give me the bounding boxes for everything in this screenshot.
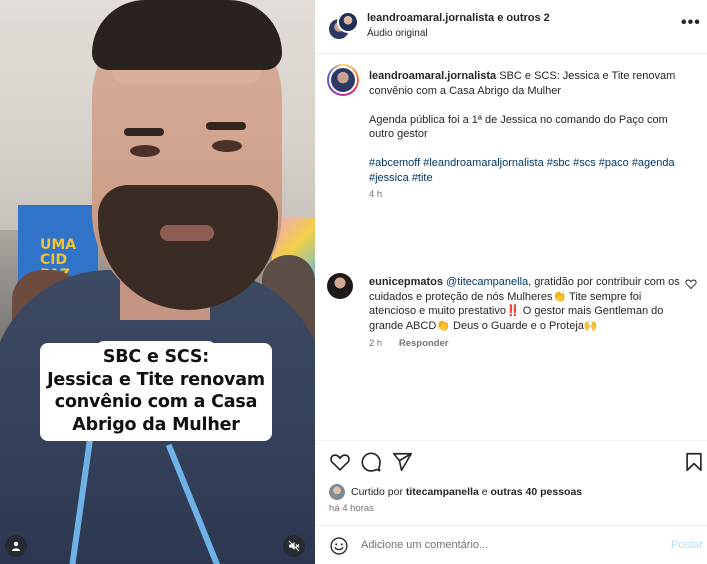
clap-emoji: 👏 — [552, 290, 567, 303]
liked-by-others-link[interactable]: outras 40 pessoas — [491, 486, 583, 498]
likes-summary: Curtido por titecampanella e outras 40 p… — [329, 483, 582, 501]
avatar — [329, 484, 345, 500]
mute-button[interactable] — [283, 535, 305, 557]
video-caption: SBC e SCS: Jessica e Tite renovam convên… — [40, 346, 272, 436]
avatar[interactable] — [327, 273, 353, 299]
hashtag-link[interactable]: #scs — [573, 157, 596, 169]
clap-emoji: 👏 — [436, 319, 450, 332]
reply-button[interactable]: Responder — [399, 338, 449, 349]
post-side-panel: leandroamaral.jornalista e outros 2 Áudi… — [315, 0, 707, 564]
more-options-icon[interactable]: ••• — [681, 14, 701, 32]
speaker-eye — [130, 145, 160, 157]
post-comments-area: leandroamaral.jornalista SBC e SCS: Jess… — [315, 54, 707, 439]
comment-username[interactable]: eunicepmatos — [369, 276, 443, 288]
post-time: há 4 horas — [329, 503, 374, 514]
post-comment-button[interactable]: Postar — [671, 539, 703, 551]
comment-input[interactable]: Adicione um comentário... — [361, 539, 488, 551]
video-caption-line: Abrigo da Mulher — [72, 414, 240, 435]
comment-text-part: Deus o Guarde e o Proteja — [449, 319, 584, 332]
liked-by-mid: e — [481, 486, 488, 498]
caption-avatar[interactable] — [327, 64, 359, 96]
comment-meta: 2 h Responder — [369, 338, 448, 349]
hashtag-link[interactable]: #agenda — [632, 157, 675, 169]
caption-hashtags: #abcemoff #leandroamaraljornalista #sbc … — [369, 156, 689, 185]
hashtag-link[interactable]: #jessica — [369, 172, 409, 184]
hashtag-link[interactable]: #tite — [412, 172, 433, 184]
post-caption: leandroamaral.jornalista SBC e SCS: Jess… — [369, 69, 689, 202]
hashtag-link[interactable]: #leandroamaraljornalista — [423, 157, 543, 169]
post-actions: Curtido por titecampanella e outras 40 p… — [315, 440, 707, 525]
tagged-users-button[interactable] — [5, 535, 27, 557]
speaker-mouth — [160, 225, 214, 241]
hashtag-link[interactable]: #paco — [599, 157, 629, 169]
speaker-hair — [92, 0, 282, 70]
caption-paragraph: Agenda pública foi a 1ª de Jessica no co… — [369, 113, 668, 141]
hashtag-link[interactable]: #abcemoff — [369, 157, 420, 169]
add-comment-bar: Adicione um comentário... Postar — [315, 525, 707, 564]
caption-username[interactable]: leandroamaral.jornalista — [369, 70, 496, 82]
reel-video[interactable]: UMA CID PAZ SBC e SCS: Jessica e Tite re… — [0, 0, 315, 564]
raised-hands-emoji: 🙌 — [583, 319, 598, 332]
caption-time: 4 h — [369, 188, 383, 200]
collab-avatars[interactable] — [327, 11, 359, 41]
liked-by-prefix: Curtido por — [351, 486, 403, 498]
speaker-eye — [212, 140, 242, 152]
heart-icon[interactable] — [329, 451, 351, 473]
hashtag-link[interactable]: #sbc — [547, 157, 570, 169]
user-icon — [12, 541, 20, 551]
comment-text: eunicepmatos @titecampanella, gratidão p… — [369, 275, 681, 333]
post-authors-link[interactable]: leandroamaral.jornalista e outros 2 — [367, 12, 550, 24]
video-caption-line: convênio com a Casa — [54, 392, 258, 412]
double-exclamation-emoji: ‼️ — [505, 305, 520, 317]
comment-time: 2 h — [369, 338, 383, 349]
speaker-eyebrow — [124, 128, 164, 136]
muted-speaker-icon — [288, 540, 300, 552]
comment-like-heart-icon[interactable] — [685, 278, 697, 290]
avatar — [337, 11, 359, 33]
emoji-icon[interactable] — [329, 536, 349, 556]
share-icon[interactable] — [391, 451, 413, 473]
comment-icon[interactable] — [360, 451, 382, 473]
liked-by-user-link[interactable]: titecampanella — [406, 486, 479, 498]
video-caption-line: SBC e SCS: — [102, 347, 210, 367]
speaker-eyebrow — [206, 122, 246, 130]
audio-link[interactable]: Áudio original — [367, 28, 428, 39]
video-caption-line: Jessica e Tite renovam — [47, 369, 265, 390]
mention-link[interactable]: @titecampanella — [446, 276, 528, 288]
post-header: leandroamaral.jornalista e outros 2 Áudi… — [315, 0, 707, 54]
bookmark-icon[interactable] — [683, 451, 705, 473]
